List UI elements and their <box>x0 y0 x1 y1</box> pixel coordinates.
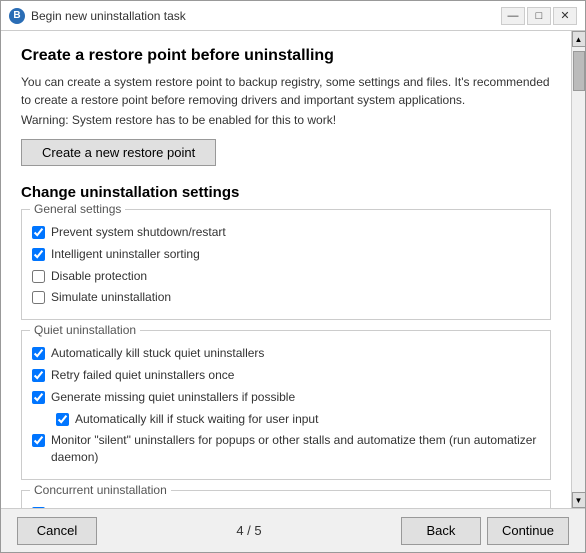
restore-section: Create a restore point before uninstalli… <box>21 47 551 184</box>
retry-failed-checkbox[interactable] <box>32 369 45 382</box>
minimize-button[interactable]: — <box>501 7 525 25</box>
disable-protection-checkbox[interactable] <box>32 270 45 283</box>
create-restore-button[interactable]: Create a new restore point <box>21 139 216 166</box>
app-icon: B <box>9 8 25 24</box>
scroll-track <box>572 47 585 492</box>
auto-kill-waiting-row: Automatically kill if stuck waiting for … <box>56 411 540 428</box>
auto-kill-waiting-checkbox[interactable] <box>56 413 69 426</box>
scroll-up-button[interactable]: ▲ <box>572 31 586 47</box>
scroll-thumb[interactable] <box>573 51 585 91</box>
retry-failed-label: Retry failed quiet uninstallers once <box>51 367 234 384</box>
restore-warning: Warning: System restore has to be enable… <box>21 113 551 127</box>
auto-kill-label: Automatically kill stuck quiet uninstall… <box>51 345 264 362</box>
main-content: Create a restore point before uninstalli… <box>1 31 571 508</box>
general-settings-group: General settings Prevent system shutdown… <box>21 209 551 320</box>
auto-kill-row: Automatically kill stuck quiet uninstall… <box>32 345 540 362</box>
concurrent-group-label: Concurrent uninstallation <box>30 483 171 497</box>
restore-heading: Create a restore point before uninstalli… <box>21 47 551 65</box>
back-button[interactable]: Back <box>401 517 481 545</box>
continue-button[interactable]: Continue <box>487 517 569 545</box>
prevent-shutdown-row: Prevent system shutdown/restart <box>32 224 540 241</box>
simulate-checkbox[interactable] <box>32 291 45 304</box>
auto-run-checkbox[interactable] <box>32 507 45 508</box>
monitor-silent-row: Monitor "silent" uninstallers for popups… <box>32 432 540 466</box>
concurrent-uninstallation-group: Concurrent uninstallation Automatically … <box>21 490 551 508</box>
quiet-uninstallation-group: Quiet uninstallation Automatically kill … <box>21 330 551 480</box>
simulate-row: Simulate uninstallation <box>32 289 540 306</box>
maximize-button[interactable]: □ <box>527 7 551 25</box>
auto-run-label: Automatically run uninstallers concurren… <box>51 505 340 508</box>
page-indicator: 4 / 5 <box>97 523 401 538</box>
retry-failed-row: Retry failed quiet uninstallers once <box>32 367 540 384</box>
settings-section: Change uninstallation settings General s… <box>21 184 551 508</box>
main-window: B Begin new uninstallation task — □ ✕ Cr… <box>0 0 586 553</box>
prevent-shutdown-checkbox[interactable] <box>32 226 45 239</box>
general-group-label: General settings <box>30 202 125 216</box>
generate-missing-row: Generate missing quiet uninstallers if p… <box>32 389 540 406</box>
auto-kill-waiting-label: Automatically kill if stuck waiting for … <box>75 411 318 428</box>
settings-heading: Change uninstallation settings <box>21 184 551 201</box>
restore-description: You can create a system restore point to… <box>21 73 551 109</box>
disable-protection-row: Disable protection <box>32 268 540 285</box>
intelligent-sorting-label: Intelligent uninstaller sorting <box>51 246 200 263</box>
footer: Cancel 4 / 5 Back Continue <box>1 508 585 552</box>
generate-missing-checkbox[interactable] <box>32 391 45 404</box>
intelligent-sorting-checkbox[interactable] <box>32 248 45 261</box>
simulate-label: Simulate uninstallation <box>51 289 171 306</box>
scroll-down-button[interactable]: ▼ <box>572 492 586 508</box>
prevent-shutdown-label: Prevent system shutdown/restart <box>51 224 226 241</box>
disable-protection-label: Disable protection <box>51 268 147 285</box>
title-bar: B Begin new uninstallation task — □ ✕ <box>1 1 585 31</box>
generate-missing-label: Generate missing quiet uninstallers if p… <box>51 389 295 406</box>
window-controls: — □ ✕ <box>501 7 577 25</box>
monitor-silent-checkbox[interactable] <box>32 434 45 447</box>
auto-kill-checkbox[interactable] <box>32 347 45 360</box>
intelligent-sorting-row: Intelligent uninstaller sorting <box>32 246 540 263</box>
scrollbar[interactable]: ▲ ▼ <box>571 31 585 508</box>
monitor-silent-label: Monitor "silent" uninstallers for popups… <box>51 432 540 466</box>
auto-run-row: Automatically run uninstallers concurren… <box>32 505 540 508</box>
cancel-button[interactable]: Cancel <box>17 517 97 545</box>
quiet-group-label: Quiet uninstallation <box>30 323 140 337</box>
window-title: Begin new uninstallation task <box>31 9 501 23</box>
close-button[interactable]: ✕ <box>553 7 577 25</box>
